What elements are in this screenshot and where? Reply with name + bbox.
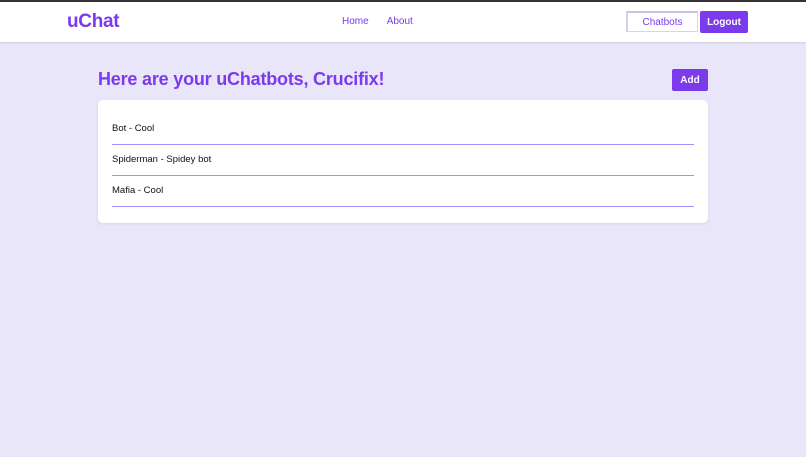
chatbots-button[interactable]: Chatbots [626, 11, 698, 32]
chatbot-list-item[interactable]: Mafia - Cool [112, 176, 694, 207]
navbar: uChat Home About Chatbots Logout [0, 2, 806, 42]
page-title: Here are your uChatbots, Crucifix! [98, 69, 385, 89]
chatbot-list: Bot - Cool Spiderman - Spidey bot Mafia … [112, 114, 694, 207]
chatbot-name: Mafia - Cool [112, 184, 164, 196]
nav-link-home[interactable]: Home [342, 16, 369, 27]
app-logo[interactable]: uChat [67, 11, 120, 33]
chatbot-list-item[interactable]: Bot - Cool [112, 114, 694, 145]
add-chatbot-button[interactable]: Add [672, 69, 708, 91]
logout-button[interactable]: Logout [700, 11, 748, 33]
chatbot-list-item[interactable]: Spiderman - Spidey bot [112, 145, 694, 176]
chatbot-name: Bot - Cool [112, 122, 155, 134]
chatbot-name: Spiderman - Spidey bot [112, 153, 212, 165]
nav-link-about[interactable]: About [387, 16, 413, 27]
nav-links: Home About [342, 16, 413, 27]
chatbot-list-card: Bot - Cool Spiderman - Spidey bot Mafia … [98, 100, 708, 223]
